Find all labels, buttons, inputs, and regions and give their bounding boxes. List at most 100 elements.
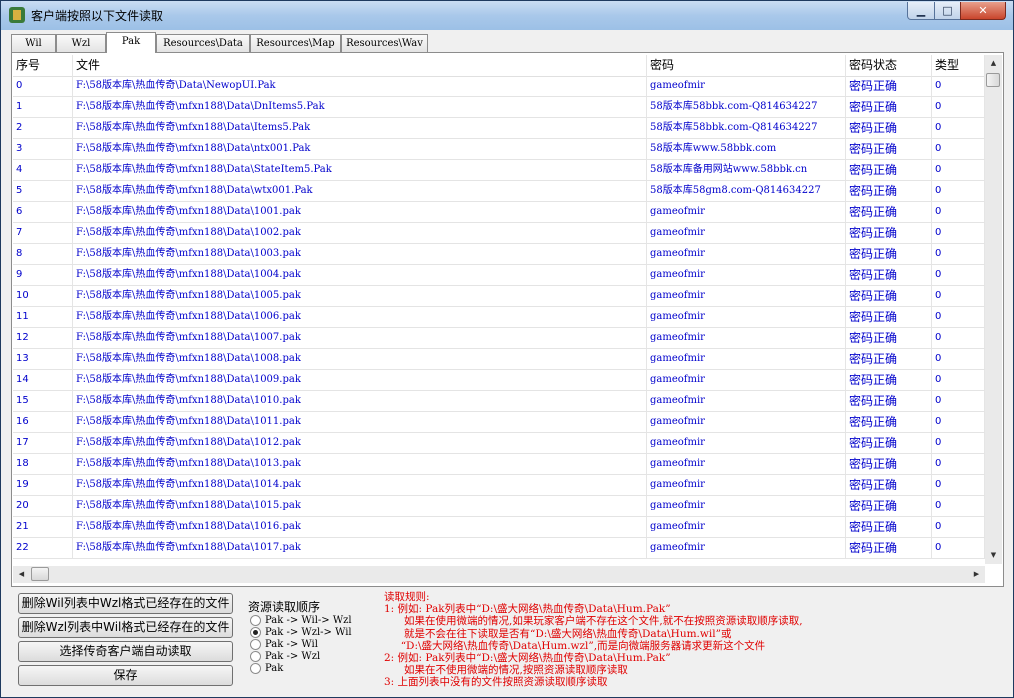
tab-pak[interactable]: Pak (106, 32, 156, 53)
radio-button[interactable] (250, 639, 261, 650)
row-password: gameofmir (647, 538, 846, 558)
row-type: 0 (932, 76, 985, 96)
column-header-password[interactable]: 密码 (647, 55, 846, 76)
table-row[interactable]: 4 F:\58版本库\热血传奇\mfxn188\Data\StateItem5.P… (13, 160, 985, 181)
main-window: 客户端按照以下文件读取 ▁ □ ✕ Wil Wzl Pak Resources\… (0, 0, 1014, 698)
radio-button[interactable] (250, 651, 261, 662)
row-type: 0 (932, 475, 985, 495)
table-row[interactable]: 13 F:\58版本库\热血传奇\mfxn188\Data\1008.pak gam… (13, 349, 985, 370)
row-password-status: 密码正确 (846, 244, 932, 264)
table-row[interactable]: 6 F:\58版本库\热血传奇\mfxn188\Data\1001.pak game… (13, 202, 985, 223)
row-type: 0 (932, 412, 985, 432)
row-file-path: F:\58版本库\热血传奇\mfxn188\Data\1015.pak (73, 496, 647, 516)
table-row[interactable]: 7 F:\58版本库\热血传奇\mfxn188\Data\1002.pak game… (13, 223, 985, 244)
vertical-scroll-thumb[interactable] (986, 73, 1000, 87)
row-password: 58版本库www.58bbk.com (647, 139, 846, 159)
row-file-path: F:\58版本库\热血传奇\Data\NewopUI.Pak (73, 76, 647, 96)
table-row[interactable]: 16 F:\58版本库\热血传奇\mfxn188\Data\1011.pak gam… (13, 412, 985, 433)
row-index: 11 (13, 307, 73, 327)
column-header-password-status[interactable]: 密码状态 (846, 55, 932, 76)
radio-button[interactable] (250, 615, 261, 626)
row-password-status: 密码正确 (846, 202, 932, 222)
row-type: 0 (932, 118, 985, 138)
table-row[interactable]: 18 F:\58版本库\热血传奇\mfxn188\Data\1013.pak gam… (13, 454, 985, 475)
row-index: 8 (13, 244, 73, 264)
table-row[interactable]: 2 F:\58版本库\热血传奇\mfxn188\Data\Items5.Pak 58… (13, 118, 985, 139)
delete-wzl-duplicates-button[interactable]: 删除Wzl列表中Wil格式已经存在的文件 (18, 617, 233, 638)
maximize-button[interactable]: □ (934, 2, 961, 20)
row-index: 10 (13, 286, 73, 306)
close-button[interactable]: ✕ (960, 2, 1006, 20)
tab-resources-data[interactable]: Resources\Data (156, 34, 250, 52)
row-password-status: 密码正确 (846, 496, 932, 516)
row-type: 0 (932, 496, 985, 516)
tab-wil[interactable]: Wil (11, 34, 56, 52)
horizontal-scrollbar[interactable]: ◀ ▶ (13, 566, 985, 583)
row-file-path: F:\58版本库\热血传奇\mfxn188\Data\DnItems5.Pak (73, 97, 647, 117)
row-password-status: 密码正确 (846, 328, 932, 348)
row-password: gameofmir (647, 328, 846, 348)
table-row[interactable]: 12 F:\58版本库\热血传奇\mfxn188\Data\1007.pak gam… (13, 328, 985, 349)
read-order-option-label: Pak -> Wil (265, 639, 318, 650)
table-row[interactable]: 20 F:\58版本库\热血传奇\mfxn188\Data\1015.pak gam… (13, 496, 985, 517)
table-row[interactable]: 19 F:\58版本库\热血传奇\mfxn188\Data\1014.pak gam… (13, 475, 985, 496)
table-row[interactable]: 0 F:\58版本库\热血传奇\Data\NewopUI.Pak gameofmir… (13, 76, 985, 97)
row-index: 14 (13, 370, 73, 390)
read-order-option-label: Pak -> Wil-> Wzl (265, 615, 352, 626)
row-type: 0 (932, 328, 985, 348)
row-password-status: 密码正确 (846, 475, 932, 495)
row-password: gameofmir (647, 433, 846, 453)
tab-resources-map[interactable]: Resources\Map (250, 34, 341, 52)
table-row[interactable]: 14 F:\58版本库\热血传奇\mfxn188\Data\1009.pak gam… (13, 370, 985, 391)
row-password: gameofmir (647, 202, 846, 222)
table-row[interactable]: 10 F:\58版本库\热血传奇\mfxn188\Data\1005.pak gam… (13, 286, 985, 307)
row-password: gameofmir (647, 412, 846, 432)
table-row[interactable]: 3 F:\58版本库\热血传奇\mfxn188\Data\ntx001.Pak 58… (13, 139, 985, 160)
row-password-status: 密码正确 (846, 433, 932, 453)
table-row[interactable]: 5 F:\58版本库\热血传奇\mfxn188\Data\wtx001.Pak 58… (13, 181, 985, 202)
column-header-type[interactable]: 类型 (932, 55, 985, 76)
row-index: 4 (13, 160, 73, 180)
rule-line: “D:\盛大网络\热血传奇\Data\Hum.wzl”,而是向微端服务器请求更新… (384, 639, 766, 652)
vertical-scrollbar[interactable]: ▲ ▼ (985, 55, 1002, 564)
file-list[interactable]: 序号 文件 密码 密码状态 类型 0 F:\58版本库\热血传奇\Data\New… (13, 55, 985, 564)
row-password: gameofmir (647, 454, 846, 474)
title-bar[interactable]: 客户端按照以下文件读取 ▁ □ ✕ (1, 1, 1013, 30)
row-password-status: 密码正确 (846, 223, 932, 243)
scroll-left-icon[interactable]: ◀ (13, 566, 30, 583)
delete-wil-duplicates-button[interactable]: 删除Wil列表中Wzl格式已经存在的文件 (18, 593, 233, 614)
table-row[interactable]: 15 F:\58版本库\热血传奇\mfxn188\Data\1010.pak gam… (13, 391, 985, 412)
table-row[interactable]: 22 F:\58版本库\热血传奇\mfxn188\Data\1017.pak gam… (13, 538, 985, 559)
read-order-option-label: Pak (265, 663, 284, 674)
row-index: 2 (13, 118, 73, 138)
horizontal-scroll-thumb[interactable] (31, 567, 49, 581)
radio-button[interactable] (250, 627, 261, 638)
save-button[interactable]: 保存 (18, 665, 233, 686)
table-row[interactable]: 11 F:\58版本库\热血传奇\mfxn188\Data\1006.pak gam… (13, 307, 985, 328)
scroll-right-icon[interactable]: ▶ (968, 566, 985, 583)
scroll-down-icon[interactable]: ▼ (985, 547, 1002, 564)
tab-panel: 序号 文件 密码 密码状态 类型 0 F:\58版本库\热血传奇\Data\New… (11, 52, 1004, 587)
row-index: 12 (13, 328, 73, 348)
row-index: 21 (13, 517, 73, 537)
table-row[interactable]: 9 F:\58版本库\热血传奇\mfxn188\Data\1004.pak game… (13, 265, 985, 286)
column-header-file[interactable]: 文件 (73, 55, 647, 76)
column-header-index[interactable]: 序号 (13, 55, 73, 76)
row-file-path: F:\58版本库\热血传奇\mfxn188\Data\1017.pak (73, 538, 647, 558)
auto-read-client-button[interactable]: 选择传奇客户端自动读取 (18, 641, 233, 662)
radio-button[interactable] (250, 663, 261, 674)
rule-line: 3: 上面列表中没有的文件按照资源读取顺序读取 (384, 676, 608, 689)
row-type: 0 (932, 286, 985, 306)
table-row[interactable]: 21 F:\58版本库\热血传奇\mfxn188\Data\1016.pak gam… (13, 517, 985, 538)
tab-resources-wav[interactable]: Resources\Wav (341, 34, 428, 52)
row-password: gameofmir (647, 286, 846, 306)
minimize-button[interactable]: ▁ (907, 2, 935, 20)
row-password-status: 密码正确 (846, 160, 932, 180)
row-index: 1 (13, 97, 73, 117)
table-row[interactable]: 17 F:\58版本库\热血传奇\mfxn188\Data\1012.pak gam… (13, 433, 985, 454)
tab-wzl[interactable]: Wzl (56, 34, 106, 52)
table-row[interactable]: 1 F:\58版本库\热血传奇\mfxn188\Data\DnItems5.Pak… (13, 97, 985, 118)
row-file-path: F:\58版本库\热血传奇\mfxn188\Data\1005.pak (73, 286, 647, 306)
table-row[interactable]: 8 F:\58版本库\热血传奇\mfxn188\Data\1003.pak game… (13, 244, 985, 265)
scroll-up-icon[interactable]: ▲ (985, 55, 1002, 72)
